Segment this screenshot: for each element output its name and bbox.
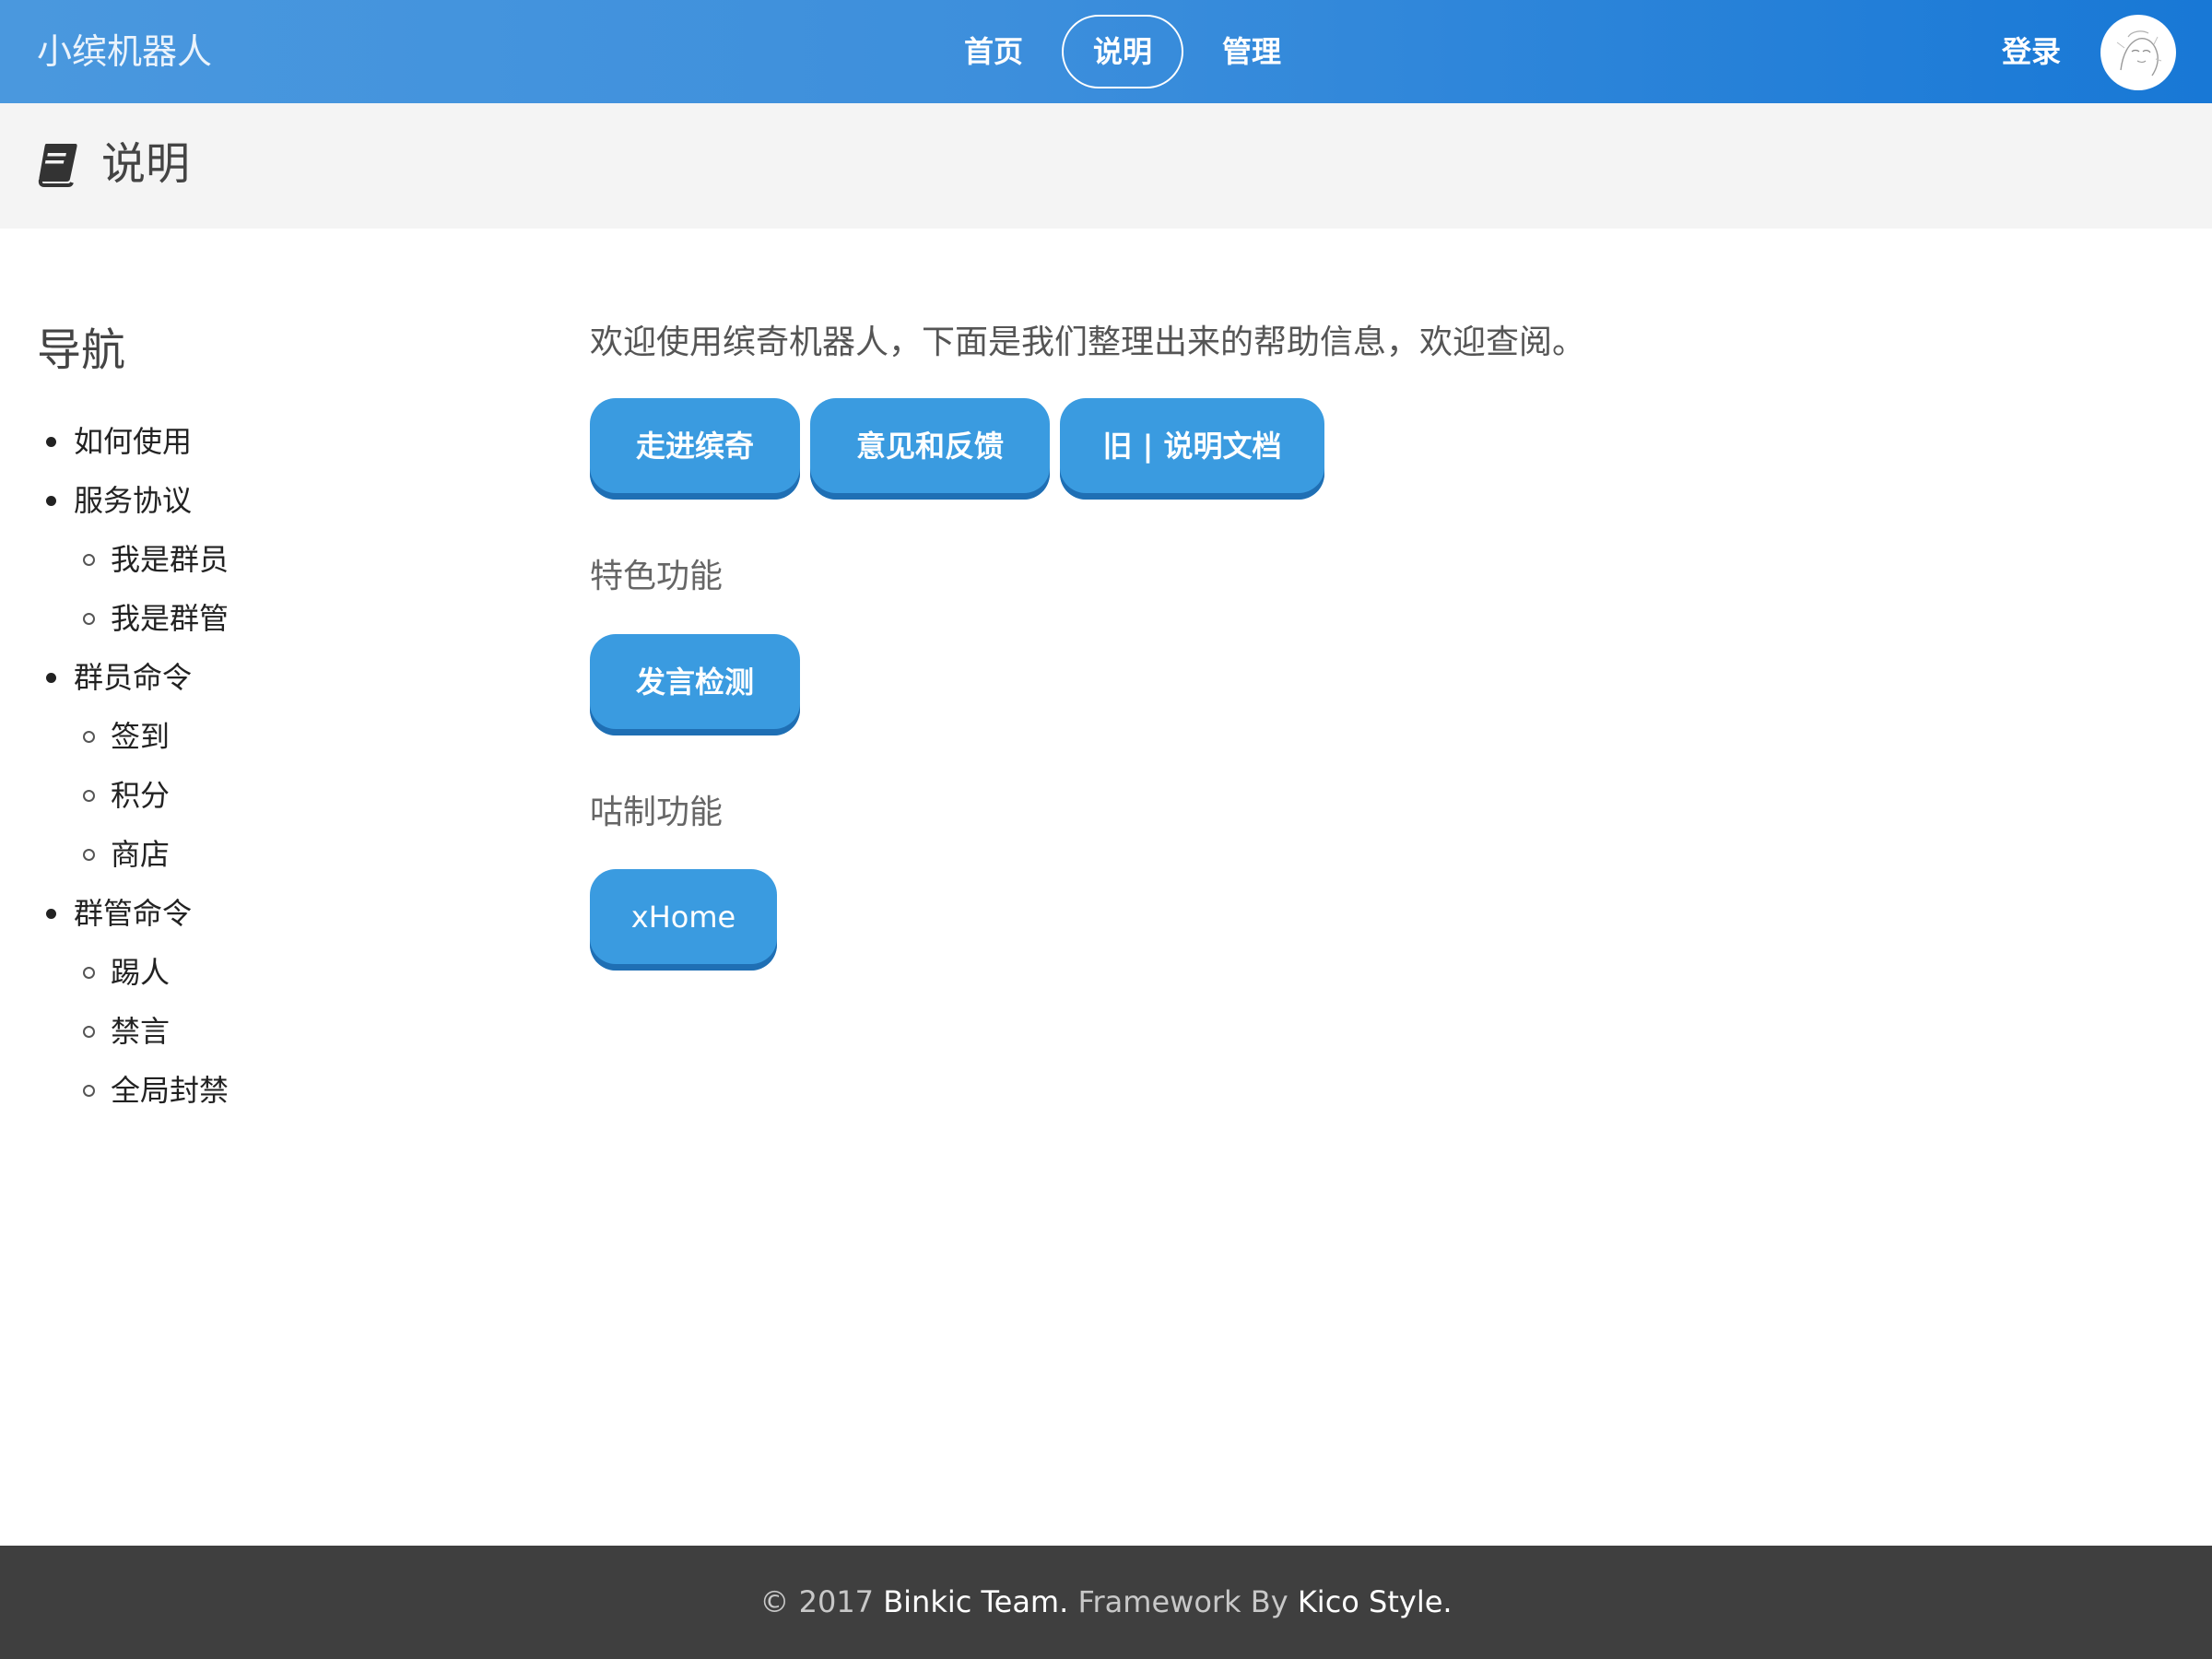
sidebar-item-mute[interactable]: 禁言 [83, 1002, 171, 1061]
footer-framework-by: Framework By [1077, 1584, 1288, 1619]
login-link[interactable]: 登录 [2002, 26, 2061, 77]
main-nav: 首页 说明 管理 [933, 14, 1320, 89]
brand-title[interactable]: 小缤机器人 [37, 26, 212, 77]
sidebar-item-label: 群管命令 [74, 896, 193, 931]
nav-docs[interactable]: 说明 [1062, 15, 1184, 88]
sidebar-item-points[interactable]: 积分 [83, 766, 171, 825]
footer-team-link[interactable]: Binkic Team. [883, 1584, 1068, 1619]
sidebar-item-how-to-use[interactable]: 如何使用 [46, 412, 193, 471]
xhome-button[interactable]: xHome [590, 869, 777, 971]
bullet-disc [46, 909, 56, 919]
footer: © 2017 Binkic Team. Framework By Kico St… [0, 1546, 2212, 1659]
speech-detect-button[interactable]: 发言检测 [590, 634, 800, 735]
footer-copyright: © 2017 [759, 1584, 875, 1619]
sidebar-item-label: 群员命令 [74, 660, 193, 695]
book-icon [38, 144, 77, 187]
sidebar-item-label: 如何使用 [74, 424, 193, 459]
top-navbar: 小缤机器人 首页 说明 管理 登录 [0, 0, 2212, 103]
sidebar-item-checkin[interactable]: 签到 [83, 707, 171, 766]
sidebar-item-admin-commands[interactable]: 群管命令 [46, 884, 193, 943]
page-title: 说明 [101, 138, 191, 190]
feedback-button[interactable]: 意见和反馈 [810, 398, 1050, 500]
sidebar-item-terms[interactable]: 服务协议 [46, 471, 193, 530]
footer-framework-link[interactable]: Kico Style. [1298, 1584, 1453, 1619]
bullet-circle [83, 613, 95, 625]
sidebar-item-label: 我是群管 [111, 601, 229, 636]
sidebar-item-member-commands[interactable]: 群员命令 [46, 648, 193, 707]
bullet-disc [46, 496, 56, 506]
sidebar-item-admin[interactable]: 我是群管 [83, 589, 229, 648]
bullet-disc [46, 437, 56, 447]
sidebar-item-kick[interactable]: 踢人 [83, 943, 171, 1002]
sidebar-item-label: 我是群员 [111, 542, 229, 577]
section-title-features: 特色功能 [590, 558, 724, 595]
sidebar-item-label: 禁言 [111, 1014, 171, 1049]
nav-home[interactable]: 首页 [933, 15, 1054, 88]
page-header [0, 103, 2212, 229]
sidebar-item-label: 积分 [111, 778, 171, 813]
sidebar-title: 导航 [37, 324, 126, 376]
bullet-circle [83, 790, 95, 802]
sidebar-item-shop[interactable]: 商店 [83, 825, 171, 884]
sidebar-item-global-ban[interactable]: 全局封禁 [83, 1061, 229, 1120]
sidebar-item-label: 签到 [111, 719, 171, 754]
bullet-circle [83, 849, 95, 861]
bullet-circle [83, 1026, 95, 1038]
sidebar-item-member[interactable]: 我是群员 [83, 530, 229, 589]
sidebar-item-label: 商店 [111, 837, 171, 872]
avatar-sketch-icon [2101, 16, 2175, 89]
bullet-circle [83, 554, 95, 566]
bullet-circle [83, 967, 95, 979]
avatar[interactable] [2100, 15, 2176, 90]
old-docs-button[interactable]: 旧 | 说明文档 [1060, 398, 1324, 500]
about-button[interactable]: 走进缤奇 [590, 398, 800, 500]
sidebar-item-label: 全局封禁 [111, 1073, 229, 1108]
nav-admin[interactable]: 管理 [1191, 15, 1312, 88]
intro-text: 欢迎使用缤奇机器人，下面是我们整理出来的帮助信息，欢迎查阅。 [590, 324, 1586, 361]
bullet-circle [83, 731, 95, 743]
sidebar-item-label: 踢人 [111, 955, 171, 990]
bullet-circle [83, 1085, 95, 1097]
sidebar-item-label: 服务协议 [74, 483, 193, 518]
bullet-disc [46, 673, 56, 683]
section-title-custom: 咕制功能 [590, 794, 724, 831]
